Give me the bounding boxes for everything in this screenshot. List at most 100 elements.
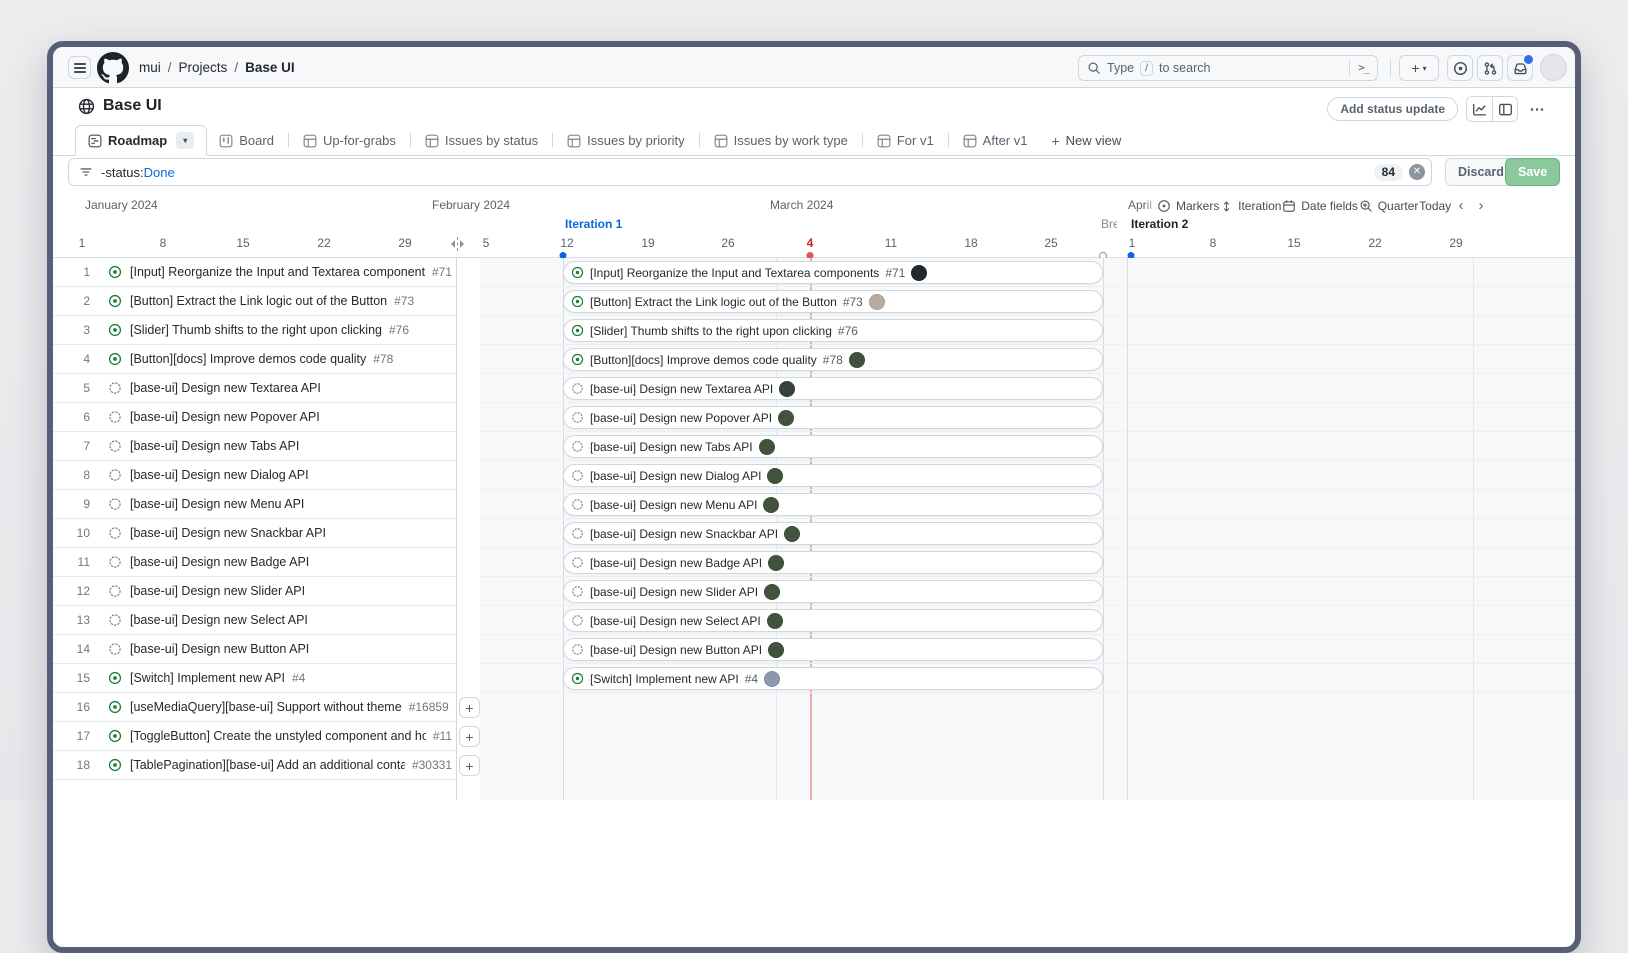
tab-after-v1[interactable]: After v1: [951, 126, 1040, 155]
table-row[interactable]: 10[base-ui] Design new Snackbar API: [53, 519, 456, 548]
timeline-controls: MarkersIteration Date fieldsQuarterToday‹…: [1157, 196, 1490, 216]
table-row[interactable]: 3[Slider] Thumb shifts to the right upon…: [53, 316, 456, 345]
table-icon: [963, 134, 977, 148]
timeline-bar[interactable]: [Switch] Implement new API#4: [563, 667, 1103, 690]
row-number: 10: [66, 526, 90, 540]
filter-query-value: Done: [144, 165, 175, 180]
table-row[interactable]: 8[base-ui] Design new Dialog API: [53, 461, 456, 490]
timeline-bar[interactable]: [Input] Reorganize the Input and Textare…: [563, 261, 1103, 284]
project-actions: Add status update ⋯: [1327, 96, 1548, 122]
column-resize-handle[interactable]: [447, 237, 468, 251]
row-title: [TablePagination][base-ui] Add an additi…: [130, 758, 405, 772]
control-quarter[interactable]: Quarter: [1359, 199, 1419, 213]
timeline-bar[interactable]: [base-ui] Design new Popover API: [563, 406, 1103, 429]
kebab-icon: ⋯: [1530, 101, 1545, 118]
add-status-update-button[interactable]: Add status update: [1327, 97, 1458, 121]
timeline-bar[interactable]: [base-ui] Design new Select API: [563, 609, 1103, 632]
table-row[interactable]: 7[base-ui] Design new Tabs API: [53, 432, 456, 461]
user-avatar[interactable]: [1540, 54, 1567, 81]
github-logo-icon[interactable]: [97, 52, 129, 84]
avatar: [768, 555, 784, 571]
project-menu-button[interactable]: ⋯: [1526, 97, 1548, 121]
plus-icon: +: [1051, 133, 1059, 149]
breadcrumb-org[interactable]: mui: [139, 60, 161, 75]
tab-up-for-grabs[interactable]: Up-for-grabs: [291, 126, 408, 155]
scroll-to-item-button[interactable]: +: [459, 726, 480, 747]
control-iteration[interactable]: Iteration: [1220, 199, 1281, 213]
timeline-bar[interactable]: [base-ui] Design new Dialog API: [563, 464, 1103, 487]
timeline-bar[interactable]: [base-ui] Design new Slider API: [563, 580, 1103, 603]
breadcrumb-project[interactable]: Base UI: [245, 60, 295, 75]
timeline-row: [base-ui] Design new Button API: [480, 635, 1575, 664]
timeline-bar[interactable]: [base-ui] Design new Snackbar API: [563, 522, 1103, 545]
chevron-down-icon[interactable]: ▾: [176, 132, 194, 149]
table-row[interactable]: 5[base-ui] Design new Textarea API: [53, 374, 456, 403]
breadcrumb: mui / Projects / Base UI: [139, 47, 295, 88]
tab-roadmap[interactable]: Roadmap▾: [75, 125, 207, 156]
chevron-down-icon: ▾: [1423, 64, 1427, 73]
table-row[interactable]: 6[base-ui] Design new Popover API: [53, 403, 456, 432]
tab-issues-by-priority[interactable]: Issues by priority: [555, 126, 697, 155]
create-new-button[interactable]: +▾: [1399, 55, 1439, 81]
timeline-bar[interactable]: [Button][docs] Improve demos code qualit…: [563, 348, 1103, 371]
timeline-bar[interactable]: [base-ui] Design new Tabs API: [563, 435, 1103, 458]
table-row[interactable]: 13[base-ui] Design new Select API: [53, 606, 456, 635]
table-row[interactable]: 9[base-ui] Design new Menu API: [53, 490, 456, 519]
row-number: 1: [66, 265, 90, 279]
avatar: [869, 294, 885, 310]
table-row[interactable]: 14[base-ui] Design new Button API: [53, 635, 456, 664]
command-palette-icon[interactable]: >_: [1358, 62, 1369, 74]
new-view-label: New view: [1066, 133, 1122, 148]
pull-requests-button[interactable]: [1477, 55, 1503, 81]
tab-for-v1[interactable]: For v1: [865, 126, 946, 155]
tab-label: Issues by status: [445, 133, 538, 148]
table-row[interactable]: 12[base-ui] Design new Slider API: [53, 577, 456, 606]
tab-board[interactable]: Board: [207, 126, 286, 155]
control-date-fields[interactable]: Date fields: [1282, 199, 1358, 213]
avatar: [763, 497, 779, 513]
timeline-bar[interactable]: [base-ui] Design new Badge API: [563, 551, 1103, 574]
table-icon: [877, 134, 891, 148]
row-title: [base-ui] Design new Popover API: [130, 410, 320, 424]
table-row[interactable]: 18[TablePagination][base-ui] Add an addi…: [53, 751, 456, 780]
table-row[interactable]: 1[Input] Reorganize the Input and Textar…: [53, 258, 456, 287]
timeline-bar[interactable]: [Button] Extract the Link logic out of t…: [563, 290, 1103, 313]
table-row[interactable]: 11[base-ui] Design new Badge API: [53, 548, 456, 577]
issue-opened-icon: [571, 324, 584, 337]
global-search-input[interactable]: Type / to search >_: [1078, 55, 1378, 81]
breadcrumb-separator: /: [234, 60, 238, 75]
table-row[interactable]: 2[Button] Extract the Link logic out of …: [53, 287, 456, 316]
tab-issues-by-work-type[interactable]: Issues by work type: [702, 126, 860, 155]
timeline-bar[interactable]: [base-ui] Design new Button API: [563, 638, 1103, 661]
timeline-bar[interactable]: [base-ui] Design new Textarea API: [563, 377, 1103, 400]
timeline-bar[interactable]: [base-ui] Design new Menu API: [563, 493, 1103, 516]
table-row[interactable]: 4[Button][docs] Improve demos code quali…: [53, 345, 456, 374]
scroll-to-item-button[interactable]: +: [459, 755, 480, 776]
table-row[interactable]: 16[useMediaQuery][base-ui] Support witho…: [53, 693, 456, 722]
table-row[interactable]: 15[Switch] Implement new API#4: [53, 664, 456, 693]
control-label: Date fields: [1301, 199, 1358, 213]
timeline-bar[interactable]: [Slider] Thumb shifts to the right upon …: [563, 319, 1103, 342]
hamburger-menu-button[interactable]: [68, 56, 91, 79]
prev-page-button[interactable]: ‹: [1452, 197, 1470, 215]
issue-opened-icon: [108, 700, 122, 714]
next-page-button[interactable]: ›: [1472, 197, 1490, 215]
timeline-header: January 2024February 2024March 2024April…: [53, 190, 1575, 258]
today-button[interactable]: Today: [1419, 199, 1451, 213]
control-label: Markers: [1176, 199, 1219, 213]
new-view-button[interactable]: + New view: [1039, 126, 1133, 155]
save-button[interactable]: Save: [1505, 158, 1560, 186]
row-number: 9: [66, 497, 90, 511]
inbox-button[interactable]: [1507, 55, 1533, 81]
week-label: 18: [964, 236, 977, 250]
table-row[interactable]: 17[ToggleButton] Create the unstyled com…: [53, 722, 456, 751]
control-markers[interactable]: Markers: [1157, 199, 1219, 213]
insights-button[interactable]: [1467, 97, 1492, 121]
issues-button[interactable]: [1447, 55, 1473, 81]
breadcrumb-projects[interactable]: Projects: [179, 60, 228, 75]
tab-issues-by-status[interactable]: Issues by status: [413, 126, 550, 155]
filter-input[interactable]: -status:Done 84 ✕: [68, 158, 1432, 186]
scroll-to-item-button[interactable]: +: [459, 697, 480, 718]
clear-filter-button[interactable]: ✕: [1409, 164, 1425, 180]
side-panel-button[interactable]: [1492, 97, 1517, 121]
